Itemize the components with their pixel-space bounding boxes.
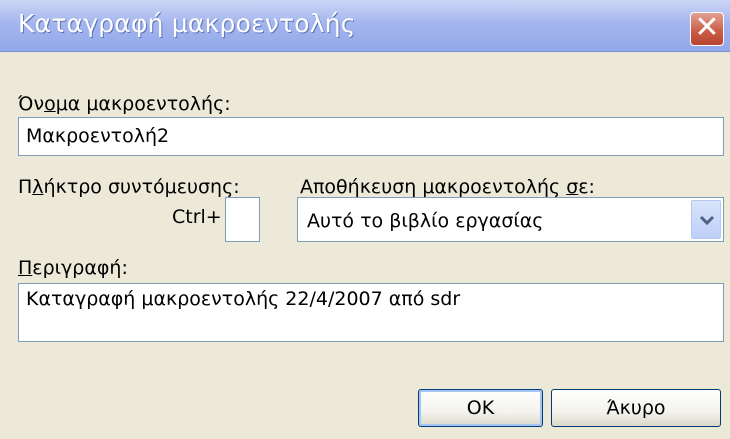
store-in-selected-value: Αυτό το βιβλίο εργασίας [307,210,544,232]
shortcut-label-part: Π [18,176,33,198]
macro-name-label-part: μα μακροεντολής: [55,93,231,115]
description-label-part: εριγραφή: [32,257,128,279]
macro-name-label-accel: ο [44,93,56,115]
store-in-select[interactable]: Αυτό το βιβλίο εργασίας [297,197,724,242]
description-label: Περιγραφή: [18,257,128,279]
shortcut-label-part: ήκτρο συντόμευσης: [43,176,240,198]
close-icon: ✕ [694,10,720,45]
dialog-title: Καταγραφή μακροεντολής [18,9,356,38]
description-input[interactable]: Καταγραφή μακροεντολής 22/4/2007 από sdr [18,283,724,342]
store-in-label-part: Αποθήκευση μακροεντολής [300,176,567,198]
shortcut-key-input[interactable] [225,197,260,242]
ctrl-prefix-label: Ctrl+ [172,206,222,228]
macro-name-label-part: Όν [18,93,45,115]
close-button[interactable]: ✕ [690,10,724,46]
cancel-button[interactable]: Άκυρο [551,389,721,427]
dropdown-button[interactable] [691,200,721,239]
macro-name-label: Όνομα μακροεντολής: [18,93,231,115]
chevron-down-icon [699,215,715,226]
ok-button[interactable]: OK [418,389,543,427]
title-bar[interactable]: Καταγραφή μακροεντολής ✕ [0,0,730,52]
macro-name-input[interactable]: Μακροεντολή2 [18,117,724,156]
record-macro-dialog: Καταγραφή μακροεντολής ✕ Όνομα μακροεντο… [0,0,730,439]
store-in-label-accel: σ [566,176,579,198]
store-in-label-part: ε: [578,176,595,198]
store-in-label: Αποθήκευση μακροεντολής σε: [300,176,595,198]
shortcut-label-accel: λ [32,176,44,198]
shortcut-label: Πλήκτρο συντόμευσης: [18,176,240,198]
description-label-accel: Π [18,257,33,279]
